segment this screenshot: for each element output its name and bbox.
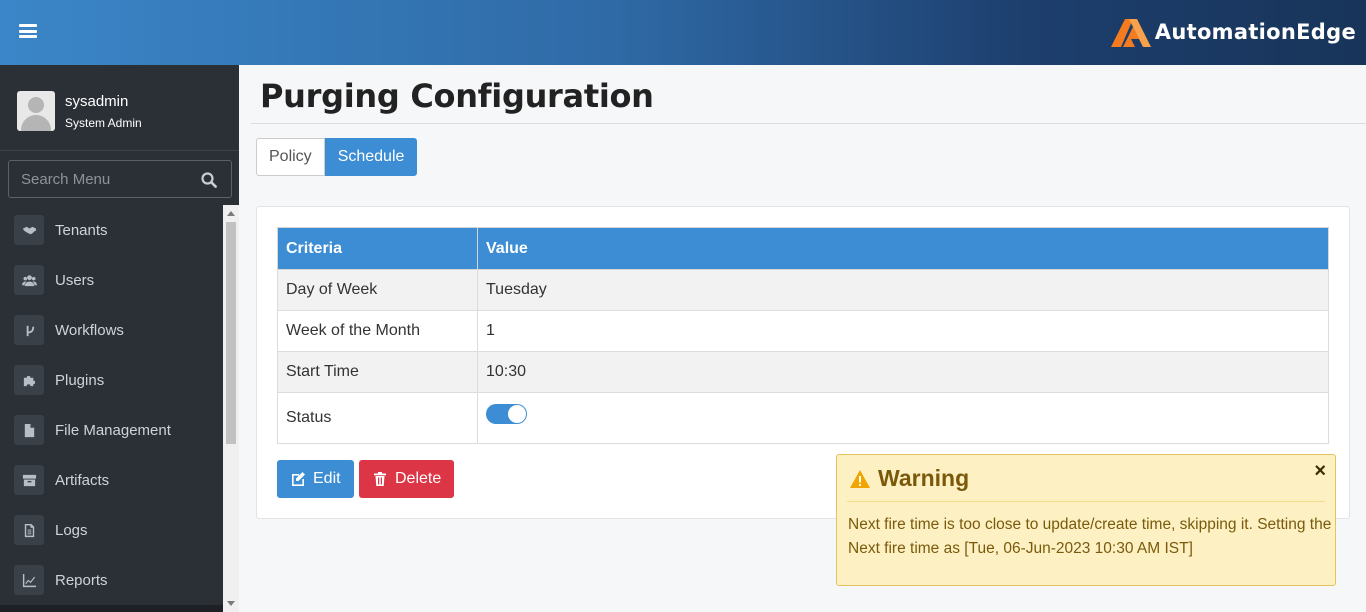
hamburger-menu-icon[interactable] <box>19 24 37 38</box>
sidebar-scrollbar[interactable] <box>223 205 239 612</box>
title-divider <box>251 123 1366 124</box>
trash-icon <box>374 472 386 486</box>
user-role: System Admin <box>65 116 142 130</box>
tab-bar: Policy Schedule <box>256 138 418 176</box>
table-row: Start Time 10:30 <box>277 351 1329 393</box>
schedule-table: Criteria Value Day of Week Tuesday Week … <box>277 227 1329 444</box>
tab-schedule[interactable]: Schedule <box>324 138 418 176</box>
search-menu-box <box>8 160 232 198</box>
value-cell: 10:30 <box>477 351 1329 393</box>
log-file-icon <box>14 515 44 545</box>
column-header-criteria: Criteria <box>277 227 478 270</box>
criteria-cell: Day of Week <box>277 269 478 311</box>
sidebar-item-label: Users <box>55 271 95 289</box>
edit-button[interactable]: Edit <box>277 460 354 498</box>
delete-button[interactable]: Delete <box>359 460 455 498</box>
toast-divider <box>847 501 1325 502</box>
sidebar-item-workflows[interactable]: Workflows <box>0 305 222 355</box>
warning-icon <box>850 469 870 488</box>
scroll-down-arrow-icon[interactable] <box>227 601 235 606</box>
table-row: Status <box>277 392 1329 444</box>
sidebar-item-tenants[interactable]: Tenants <box>0 205 222 255</box>
brand-logo: AutomationEdge <box>1109 12 1356 52</box>
brand-name: AutomationEdge <box>1154 20 1356 44</box>
scroll-thumb[interactable] <box>226 222 236 444</box>
sidebar-item-label: Logs <box>55 521 88 539</box>
criteria-cell: Status <box>277 392 478 444</box>
archive-icon <box>14 465 44 495</box>
table-row: Day of Week Tuesday <box>277 269 1329 311</box>
edit-icon <box>292 472 305 486</box>
automationedge-logo-icon <box>1110 19 1151 47</box>
close-icon[interactable]: × <box>1314 461 1326 481</box>
search-icon[interactable] <box>201 172 217 188</box>
avatar <box>17 91 55 131</box>
criteria-cell: Start Time <box>277 351 478 393</box>
criteria-cell: Week of the Month <box>277 310 478 352</box>
branch-icon <box>14 315 44 345</box>
scroll-up-arrow-icon[interactable] <box>227 211 235 216</box>
warning-toast: Warning × Next fire time is too close to… <box>836 454 1336 586</box>
sidebar-item-label: Workflows <box>55 321 124 339</box>
sidebar-active-strip <box>0 605 223 612</box>
delete-button-label: Delete <box>395 470 442 487</box>
sidebar-item-label: Tenants <box>55 221 108 239</box>
users-icon <box>14 265 44 295</box>
toast-message: Next fire time is too close to update/cr… <box>848 516 1332 557</box>
value-cell: Tuesday <box>477 269 1329 311</box>
sidebar-item-reports[interactable]: Reports <box>0 555 222 605</box>
top-header: AutomationEdge <box>0 0 1366 65</box>
toast-header: Warning <box>849 465 969 492</box>
puzzle-icon <box>14 365 44 395</box>
search-menu-input[interactable] <box>9 161 189 197</box>
sidebar: sysadmin System Admin Tenants Users Work… <box>0 65 239 612</box>
page-title: Purging Configuration <box>260 77 654 115</box>
sidebar-item-plugins[interactable]: Plugins <box>0 355 222 405</box>
sidebar-item-logs[interactable]: Logs <box>0 505 222 555</box>
sidebar-item-file-management[interactable]: File Management <box>0 405 222 455</box>
column-header-value: Value <box>477 227 1329 270</box>
value-cell <box>477 392 1329 444</box>
status-toggle[interactable] <box>486 403 527 424</box>
table-header-row: Criteria Value <box>277 227 1329 270</box>
file-icon <box>14 415 44 445</box>
handshake-icon <box>14 215 44 245</box>
sidebar-item-users[interactable]: Users <box>0 255 222 305</box>
sidebar-item-label: Plugins <box>55 371 105 389</box>
line-chart-icon <box>14 565 44 595</box>
sidebar-item-label: Artifacts <box>55 471 110 489</box>
user-panel: sysadmin System Admin <box>0 65 239 151</box>
value-cell: 1 <box>477 310 1329 352</box>
sidebar-item-artifacts[interactable]: Artifacts <box>0 455 222 505</box>
table-row: Week of the Month 1 <box>277 310 1329 352</box>
toast-title: Warning <box>878 465 970 491</box>
user-name: sysadmin <box>65 93 129 110</box>
tab-policy[interactable]: Policy <box>256 138 325 176</box>
sidebar-item-label: File Management <box>55 421 171 439</box>
sidebar-menu: Tenants Users Workflows Plugins File Man… <box>0 205 222 605</box>
sidebar-item-label: Reports <box>55 571 108 589</box>
edit-button-label: Edit <box>313 470 341 487</box>
